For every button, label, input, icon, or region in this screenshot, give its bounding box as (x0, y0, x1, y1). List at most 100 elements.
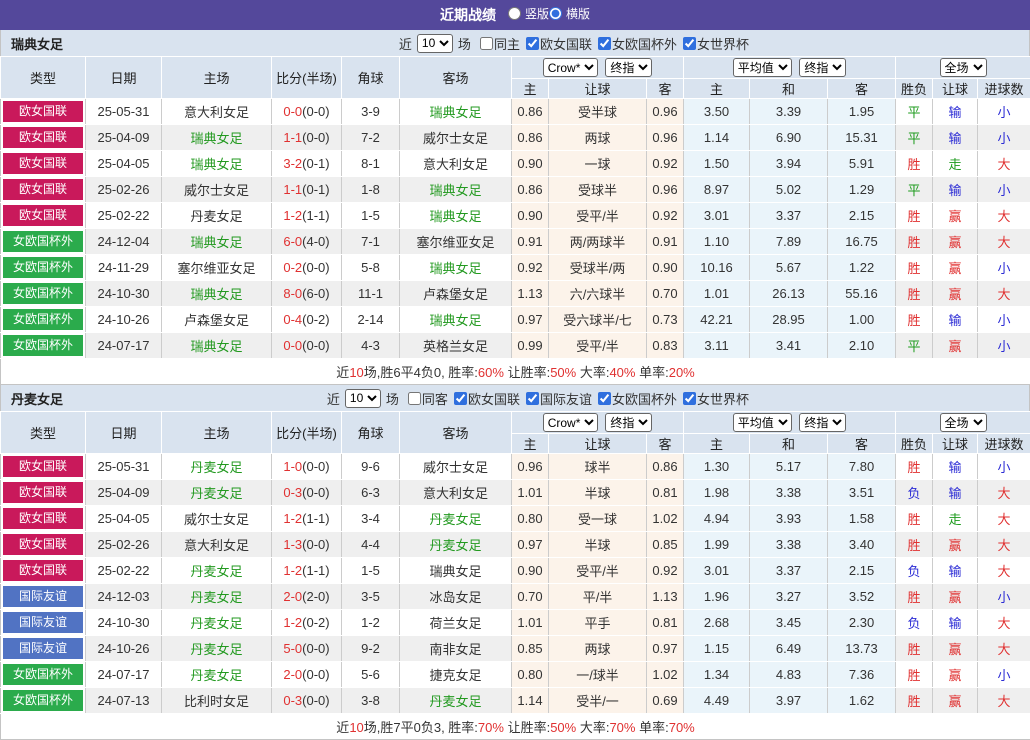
subcol-avg-draw: 和 (750, 79, 828, 99)
team-name: 丹麦女足 (11, 389, 63, 408)
result-goals: 小 (978, 177, 1030, 203)
score: 0-2(0-0) (272, 255, 342, 281)
summary-part: 70% (669, 720, 695, 735)
odds-time-select[interactable]: 终指 (605, 413, 652, 432)
odds-away: 0.96 (647, 125, 684, 151)
summary-part: 40% (609, 365, 635, 380)
home-team: 丹麦女足 (162, 610, 272, 636)
league-checkbox-input[interactable] (598, 37, 611, 50)
odds-away: 1.13 (647, 584, 684, 610)
away-team: 意大利女足 (400, 151, 512, 177)
avg-group-header: 平均值 终指 (684, 57, 896, 79)
radio-input[interactable] (508, 7, 521, 20)
same-venue-checkbox-input[interactable] (480, 37, 493, 50)
summary-part: 60% (478, 365, 504, 380)
odds-home: 0.99 (512, 333, 549, 359)
type-badge: 女欧国杯外 (1, 281, 86, 307)
league-checkbox[interactable]: 女欧国杯外 (592, 389, 677, 408)
recent-count-select[interactable]: 10 (417, 34, 453, 53)
type-badge: 女欧国杯外 (1, 333, 86, 359)
corner-score: 11-1 (342, 281, 400, 307)
score: 1-0(0-0) (272, 454, 342, 480)
odds-away: 0.86 (647, 454, 684, 480)
radio-input[interactable] (549, 7, 562, 20)
result-handicap: 赢 (933, 688, 978, 714)
result-outcome: 胜 (896, 203, 933, 229)
type-badge: 女欧国杯外 (1, 229, 86, 255)
type-badge: 欧女国联 (1, 480, 86, 506)
filters: 近10场同客欧女国联国际友谊女欧国杯外女世界杯 (324, 389, 749, 408)
result-outcome: 平 (896, 99, 933, 125)
result-handicap: 输 (933, 125, 978, 151)
checkbox-label: 同客 (422, 389, 448, 408)
avg-away-odds: 1.62 (828, 688, 896, 714)
odds-away: 1.02 (647, 506, 684, 532)
avg-select[interactable]: 平均值 (733, 413, 792, 432)
same-venue-checkbox[interactable]: 同主 (474, 34, 520, 53)
league-checkbox-input[interactable] (683, 392, 696, 405)
result-outcome: 胜 (896, 151, 933, 177)
odds-home: 0.97 (512, 307, 549, 333)
result-handicap: 赢 (933, 532, 978, 558)
result-outcome: 胜 (896, 229, 933, 255)
avg-draw-odds: 6.90 (750, 125, 828, 151)
avg-select[interactable]: 平均值 (733, 58, 792, 77)
odds-away: 0.81 (647, 610, 684, 636)
league-checkbox-input[interactable] (683, 37, 696, 50)
handicap-line: 受球半/两 (549, 255, 647, 281)
result-outcome: 胜 (896, 255, 933, 281)
checkbox-label: 女世界杯 (697, 34, 749, 53)
league-checkbox-input[interactable] (526, 37, 539, 50)
match-date: 25-04-05 (86, 506, 162, 532)
type-badge: 欧女国联 (1, 177, 86, 203)
result-outcome: 胜 (896, 636, 933, 662)
league-checkbox[interactable]: 女欧国杯外 (592, 34, 677, 53)
result-handicap: 赢 (933, 584, 978, 610)
home-team: 瑞典女足 (162, 151, 272, 177)
col-header-home: 主场 (162, 57, 272, 99)
home-team: 塞尔维亚女足 (162, 255, 272, 281)
scope-select[interactable]: 全场 (940, 413, 987, 432)
topbar: 近期战绩 竖版横版 (0, 0, 1030, 30)
layout-radio-vertical[interactable]: 竖版 (508, 5, 549, 22)
league-checkbox-input[interactable] (598, 392, 611, 405)
away-team: 瑞典女足 (400, 558, 512, 584)
home-team: 威尔士女足 (162, 177, 272, 203)
bookmaker-select[interactable]: Crow* (543, 413, 598, 432)
league-checkbox[interactable]: 女世界杯 (677, 34, 749, 53)
match-date: 24-11-29 (86, 255, 162, 281)
score: 2-0(0-0) (272, 662, 342, 688)
type-badge: 国际友谊 (1, 584, 86, 610)
avg-home-odds: 8.97 (684, 177, 750, 203)
odds-time-select[interactable]: 终指 (605, 58, 652, 77)
league-checkbox[interactable]: 欧女国联 (520, 34, 592, 53)
avg-time-select[interactable]: 终指 (799, 58, 846, 77)
type-badge: 欧女国联 (1, 203, 86, 229)
league-checkbox[interactable]: 欧女国联 (448, 389, 520, 408)
type-badge: 欧女国联 (1, 99, 86, 125)
odds-away: 0.85 (647, 532, 684, 558)
score: 1-2(1-1) (272, 558, 342, 584)
layout-radio-horizontal[interactable]: 横版 (549, 5, 590, 22)
result-handicap: 赢 (933, 333, 978, 359)
bookmaker-select[interactable]: Crow* (543, 58, 598, 77)
avg-home-odds: 1.96 (684, 584, 750, 610)
odds-away: 0.96 (647, 99, 684, 125)
result-outcome: 平 (896, 125, 933, 151)
scope-select[interactable]: 全场 (940, 58, 987, 77)
avg-draw-odds: 3.38 (750, 532, 828, 558)
league-checkbox[interactable]: 国际友谊 (520, 389, 592, 408)
away-team: 威尔士女足 (400, 454, 512, 480)
league-checkbox-input[interactable] (454, 392, 467, 405)
same-venue-checkbox-input[interactable] (408, 392, 421, 405)
same-venue-checkbox[interactable]: 同客 (402, 389, 448, 408)
recent-count-select[interactable]: 10 (345, 389, 381, 408)
score: 0-3(0-0) (272, 688, 342, 714)
avg-away-odds: 16.75 (828, 229, 896, 255)
league-checkbox-input[interactable] (526, 392, 539, 405)
avg-draw-odds: 3.94 (750, 151, 828, 177)
subcol-avg-away: 客 (828, 79, 896, 99)
summary-part: 单率: (635, 720, 668, 735)
league-checkbox[interactable]: 女世界杯 (677, 389, 749, 408)
avg-time-select[interactable]: 终指 (799, 413, 846, 432)
